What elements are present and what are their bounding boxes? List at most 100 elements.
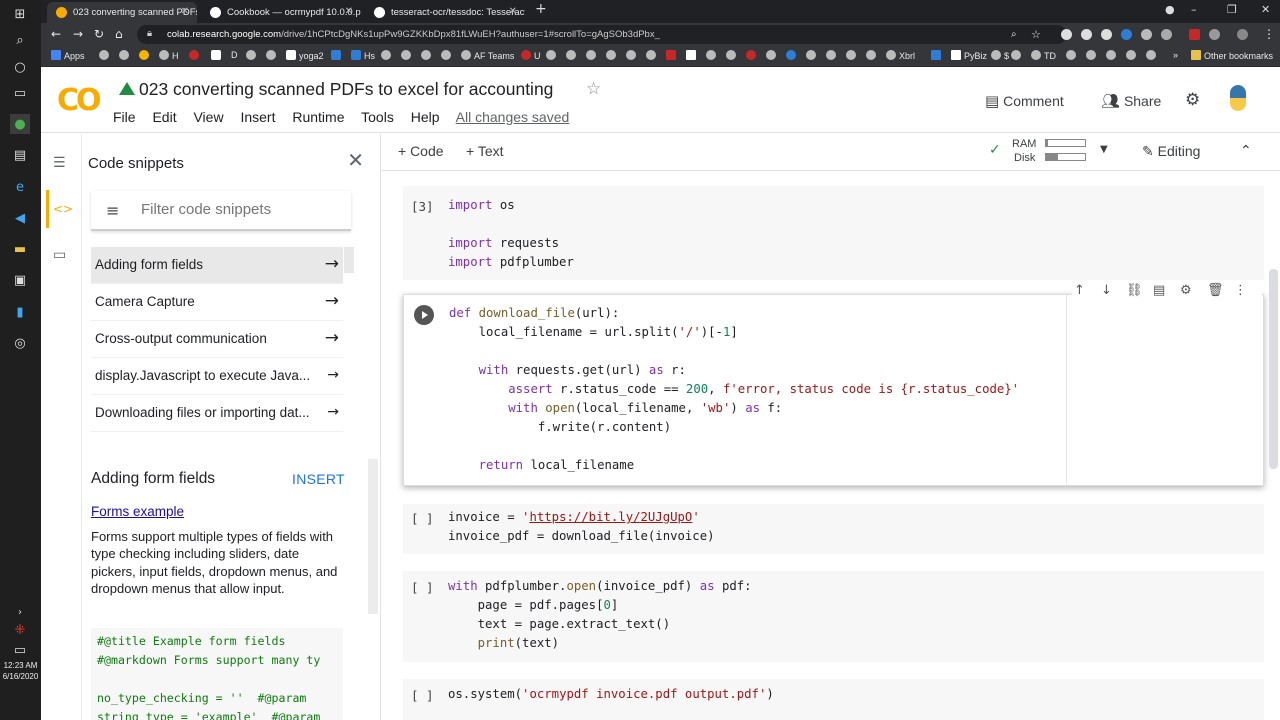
- bookmark-icon[interactable]: [546, 50, 559, 61]
- extension-icon[interactable]: [1061, 29, 1072, 40]
- bookmark-icon[interactable]: [746, 50, 759, 61]
- cell-settings-icon[interactable]: ⚙: [1180, 283, 1192, 298]
- settings-app-icon[interactable]: ◎: [10, 333, 30, 353]
- bookmark-icon[interactable]: [1106, 50, 1119, 61]
- bookmark-icon[interactable]: [441, 50, 454, 61]
- bookmarks-overflow-icon[interactable]: »: [1173, 50, 1178, 60]
- bookmark-icon[interactable]: [246, 50, 259, 61]
- bookmark-icon[interactable]: [566, 50, 579, 61]
- close-tab-icon[interactable]: ✕: [345, 6, 353, 17]
- code-cell[interactable]: [3] import os import requests import pdf…: [403, 186, 1264, 280]
- arrow-right-icon[interactable]: →: [327, 367, 339, 383]
- move-down-icon[interactable]: ↓: [1101, 283, 1112, 298]
- minimize-icon[interactable]: –: [1191, 3, 1197, 16]
- extension-icon[interactable]: [1081, 29, 1092, 40]
- table-of-contents-icon[interactable]: ☰: [53, 155, 66, 171]
- menu-view[interactable]: View: [193, 109, 223, 125]
- chrome-menu-icon[interactable]: ⋮: [1263, 27, 1275, 41]
- code-cell[interactable]: [ ] with pdfplumber.open(invoice_pdf) as…: [403, 571, 1264, 662]
- bookmark-icon[interactable]: [606, 50, 619, 61]
- extension-icon[interactable]: [1141, 29, 1152, 40]
- arrow-right-icon[interactable]: →: [325, 254, 339, 274]
- zoom-icon[interactable]: ⌕: [1011, 29, 1017, 40]
- snippet-item[interactable]: Cross-output communication →: [91, 321, 343, 358]
- comment-icon[interactable]: ▤: [1153, 283, 1165, 298]
- bookmark-icon[interactable]: [866, 50, 879, 61]
- snippet-item[interactable]: Downloading files or importing dat... →: [91, 395, 343, 432]
- cell-code[interactable]: import os import requests import pdfplum…: [448, 196, 574, 272]
- extension-icon[interactable]: [1101, 29, 1112, 40]
- code-cell[interactable]: [ ] os.system('ocrmypdf invoice.pdf outp…: [403, 679, 1264, 720]
- bookmark-icon[interactable]: [266, 50, 279, 61]
- new-tab-icon[interactable]: +: [535, 1, 547, 17]
- home-icon[interactable]: ⌂: [115, 27, 123, 41]
- bookmark-dollar[interactable]: $: [991, 50, 1009, 61]
- cortana-icon[interactable]: ○: [10, 57, 30, 77]
- bookmark-d-text[interactable]: D: [231, 50, 238, 60]
- close-icon[interactable]: ✕: [347, 148, 364, 172]
- bookmark-icon[interactable]: [686, 50, 699, 61]
- cell-code[interactable]: invoice = 'https://bit.ly/2UJgUpO' invoi…: [448, 508, 715, 546]
- insert-button[interactable]: INSERT: [292, 471, 345, 487]
- delete-icon[interactable]: 🗑︎: [1207, 283, 1224, 298]
- back-icon[interactable]: ←: [51, 27, 61, 41]
- settings-gear-icon[interactable]: ⚙: [1185, 90, 1200, 110]
- bookmark-d[interactable]: [211, 50, 224, 61]
- collapse-header-icon[interactable]: ⌃: [1240, 143, 1252, 159]
- bookmark-icon[interactable]: [586, 50, 599, 61]
- bookmark-icon[interactable]: [381, 50, 394, 61]
- menu-file[interactable]: File: [113, 109, 136, 125]
- forms-example-link[interactable]: Forms example: [91, 504, 184, 519]
- snippet-item[interactable]: Camera Capture →: [91, 284, 343, 321]
- editing-mode-button[interactable]: ✎ Editing: [1142, 143, 1200, 160]
- code-cell-active[interactable]: def download_file(url): local_filename =…: [403, 294, 1264, 486]
- link-icon[interactable]: ⛓: [1126, 283, 1143, 298]
- other-bookmarks[interactable]: Other bookmarks: [1191, 50, 1273, 61]
- share-button[interactable]: 👥︎ Share: [1101, 92, 1161, 110]
- bookmark-xbrl[interactable]: Xbrl: [886, 50, 915, 61]
- save-status[interactable]: All changes saved: [456, 109, 570, 125]
- edge-icon[interactable]: e: [10, 177, 30, 197]
- add-text-button[interactable]: + Text: [466, 143, 504, 159]
- bookmark-icon[interactable]: [786, 50, 799, 61]
- browser-tab-colab[interactable]: 023 converting scanned PDFs to✕: [47, 2, 197, 23]
- vscode-icon[interactable]: ◀: [10, 208, 30, 228]
- snippet-item[interactable]: Adding form fields →: [91, 247, 343, 284]
- more-options-icon[interactable]: ⋮: [1234, 283, 1247, 298]
- panel-scrollbar[interactable]: [368, 459, 378, 614]
- cell-code[interactable]: def download_file(url): local_filename =…: [449, 304, 1019, 475]
- extension-icon[interactable]: [1161, 29, 1172, 40]
- reload-icon[interactable]: ↻: [94, 27, 104, 41]
- bookmark-icon[interactable]: [1126, 50, 1139, 61]
- windows-start-icon[interactable]: ⊞: [10, 4, 30, 24]
- profile-icon[interactable]: ●: [1165, 3, 1175, 16]
- star-icon[interactable]: ☆: [586, 79, 601, 99]
- tray-icon[interactable]: ⁜: [10, 620, 30, 640]
- file-explorer-icon[interactable]: ▬: [10, 239, 30, 259]
- bookmark-icon[interactable]: [646, 50, 659, 61]
- task-view-icon[interactable]: ▭: [10, 83, 30, 103]
- move-up-icon[interactable]: ↑: [1074, 283, 1085, 298]
- resources-dropdown-icon[interactable]: ▼: [1100, 144, 1108, 155]
- bookmark-icon[interactable]: [119, 50, 132, 61]
- restore-icon[interactable]: ❐: [1227, 3, 1237, 16]
- bookmark-icon[interactable]: [1066, 50, 1079, 61]
- bookmark-icon[interactable]: [826, 50, 839, 61]
- menu-runtime[interactable]: Runtime: [292, 109, 344, 125]
- bookmark-apps[interactable]: Apps: [51, 50, 85, 61]
- colab-logo[interactable]: CO: [57, 83, 101, 118]
- filter-field[interactable]: ≡: [91, 191, 351, 231]
- bookmark-af-teams[interactable]: AF Teams: [461, 50, 514, 61]
- address-bar[interactable]: 🔒︎ colab.research.google.com/drive/1hCPt…: [137, 25, 1067, 44]
- notebook-scrollbar[interactable]: [1269, 269, 1278, 469]
- pdf-extension-icon[interactable]: [1189, 29, 1200, 40]
- menu-insert[interactable]: Insert: [240, 109, 275, 125]
- bookmark-icon[interactable]: [706, 50, 719, 61]
- avatar[interactable]: [1237, 29, 1248, 40]
- bookmark-icon[interactable]: [766, 50, 779, 61]
- browser-tab-cookbook[interactable]: Cookbook — ocrmypdf 10.0.0.p ✕: [201, 2, 361, 23]
- run-cell-icon[interactable]: [414, 305, 434, 325]
- filter-input[interactable]: [141, 201, 341, 218]
- browser-tab-tesseract[interactable]: tesseract-ocr/tessdoc: Tesseract ✕: [365, 2, 525, 23]
- code-snippets-icon[interactable]: <>: [53, 202, 73, 216]
